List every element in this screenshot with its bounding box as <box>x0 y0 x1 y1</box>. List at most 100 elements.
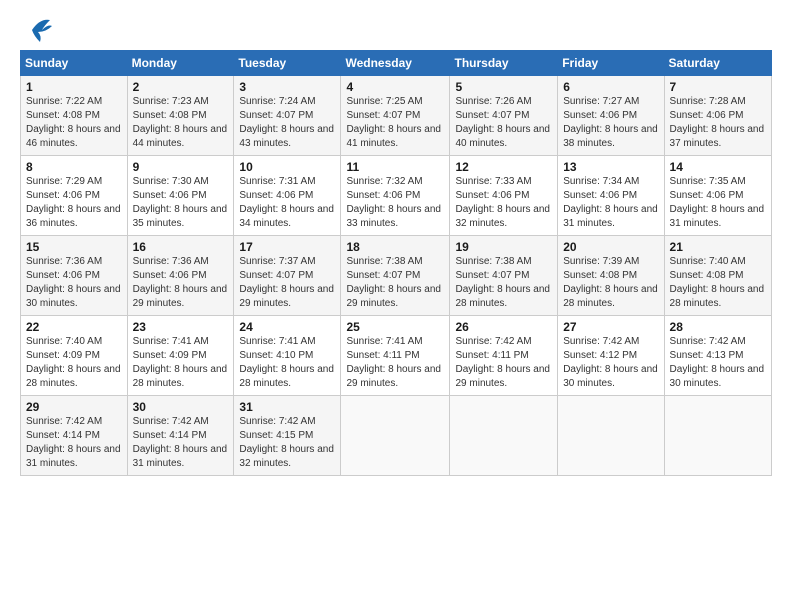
day-number: 23 <box>133 320 229 334</box>
day-detail: Sunrise: 7:25 AM Sunset: 4:07 PM Dayligh… <box>346 95 444 151</box>
day-number: 13 <box>563 160 658 174</box>
day-number: 8 <box>26 160 122 174</box>
day-header-tuesday: Tuesday <box>234 51 341 76</box>
calendar-week-row: 1 Sunrise: 7:22 AM Sunset: 4:08 PM Dayli… <box>21 76 772 156</box>
logo-bird-icon <box>22 16 52 42</box>
day-number: 27 <box>563 320 658 334</box>
day-detail: Sunrise: 7:40 AM Sunset: 4:09 PM Dayligh… <box>26 335 122 391</box>
day-detail: Sunrise: 7:40 AM Sunset: 4:08 PM Dayligh… <box>670 255 766 311</box>
day-detail: Sunrise: 7:42 AM Sunset: 4:15 PM Dayligh… <box>239 415 335 471</box>
day-detail: Sunrise: 7:31 AM Sunset: 4:06 PM Dayligh… <box>239 175 335 231</box>
calendar-cell: 9 Sunrise: 7:30 AM Sunset: 4:06 PM Dayli… <box>127 156 234 236</box>
day-detail: Sunrise: 7:37 AM Sunset: 4:07 PM Dayligh… <box>239 255 335 311</box>
day-detail: Sunrise: 7:22 AM Sunset: 4:08 PM Dayligh… <box>26 95 122 151</box>
day-detail: Sunrise: 7:41 AM Sunset: 4:11 PM Dayligh… <box>346 335 444 391</box>
day-detail: Sunrise: 7:42 AM Sunset: 4:14 PM Dayligh… <box>133 415 229 471</box>
day-number: 16 <box>133 240 229 254</box>
day-header-thursday: Thursday <box>450 51 558 76</box>
day-header-monday: Monday <box>127 51 234 76</box>
day-number: 24 <box>239 320 335 334</box>
calendar-cell: 3 Sunrise: 7:24 AM Sunset: 4:07 PM Dayli… <box>234 76 341 156</box>
day-number: 12 <box>455 160 552 174</box>
day-detail: Sunrise: 7:41 AM Sunset: 4:10 PM Dayligh… <box>239 335 335 391</box>
day-number: 15 <box>26 240 122 254</box>
day-detail: Sunrise: 7:26 AM Sunset: 4:07 PM Dayligh… <box>455 95 552 151</box>
calendar-cell <box>664 396 771 476</box>
day-detail: Sunrise: 7:38 AM Sunset: 4:07 PM Dayligh… <box>455 255 552 311</box>
day-number: 26 <box>455 320 552 334</box>
day-number: 30 <box>133 400 229 414</box>
calendar-cell: 1 Sunrise: 7:22 AM Sunset: 4:08 PM Dayli… <box>21 76 128 156</box>
day-number: 14 <box>670 160 766 174</box>
day-detail: Sunrise: 7:42 AM Sunset: 4:11 PM Dayligh… <box>455 335 552 391</box>
calendar-header-row: SundayMondayTuesdayWednesdayThursdayFrid… <box>21 51 772 76</box>
day-detail: Sunrise: 7:42 AM Sunset: 4:13 PM Dayligh… <box>670 335 766 391</box>
calendar-cell: 27 Sunrise: 7:42 AM Sunset: 4:12 PM Dayl… <box>558 316 664 396</box>
day-number: 19 <box>455 240 552 254</box>
day-detail: Sunrise: 7:39 AM Sunset: 4:08 PM Dayligh… <box>563 255 658 311</box>
day-number: 31 <box>239 400 335 414</box>
calendar-cell: 8 Sunrise: 7:29 AM Sunset: 4:06 PM Dayli… <box>21 156 128 236</box>
calendar-cell: 7 Sunrise: 7:28 AM Sunset: 4:06 PM Dayli… <box>664 76 771 156</box>
calendar-cell: 17 Sunrise: 7:37 AM Sunset: 4:07 PM Dayl… <box>234 236 341 316</box>
calendar-cell: 10 Sunrise: 7:31 AM Sunset: 4:06 PM Dayl… <box>234 156 341 236</box>
calendar-cell: 23 Sunrise: 7:41 AM Sunset: 4:09 PM Dayl… <box>127 316 234 396</box>
day-detail: Sunrise: 7:27 AM Sunset: 4:06 PM Dayligh… <box>563 95 658 151</box>
calendar-cell: 4 Sunrise: 7:25 AM Sunset: 4:07 PM Dayli… <box>341 76 450 156</box>
calendar-cell: 26 Sunrise: 7:42 AM Sunset: 4:11 PM Dayl… <box>450 316 558 396</box>
calendar-cell: 24 Sunrise: 7:41 AM Sunset: 4:10 PM Dayl… <box>234 316 341 396</box>
day-header-friday: Friday <box>558 51 664 76</box>
day-number: 6 <box>563 80 658 94</box>
day-number: 17 <box>239 240 335 254</box>
calendar-cell: 19 Sunrise: 7:38 AM Sunset: 4:07 PM Dayl… <box>450 236 558 316</box>
day-detail: Sunrise: 7:38 AM Sunset: 4:07 PM Dayligh… <box>346 255 444 311</box>
day-detail: Sunrise: 7:28 AM Sunset: 4:06 PM Dayligh… <box>670 95 766 151</box>
calendar-week-row: 15 Sunrise: 7:36 AM Sunset: 4:06 PM Dayl… <box>21 236 772 316</box>
calendar-cell: 29 Sunrise: 7:42 AM Sunset: 4:14 PM Dayl… <box>21 396 128 476</box>
day-number: 9 <box>133 160 229 174</box>
page: { "header": { "logo_line1": "General", "… <box>0 0 792 612</box>
day-detail: Sunrise: 7:24 AM Sunset: 4:07 PM Dayligh… <box>239 95 335 151</box>
calendar-cell <box>450 396 558 476</box>
calendar-cell: 6 Sunrise: 7:27 AM Sunset: 4:06 PM Dayli… <box>558 76 664 156</box>
day-number: 22 <box>26 320 122 334</box>
calendar-cell: 2 Sunrise: 7:23 AM Sunset: 4:08 PM Dayli… <box>127 76 234 156</box>
day-number: 28 <box>670 320 766 334</box>
calendar-cell: 13 Sunrise: 7:34 AM Sunset: 4:06 PM Dayl… <box>558 156 664 236</box>
day-number: 7 <box>670 80 766 94</box>
day-header-sunday: Sunday <box>21 51 128 76</box>
day-detail: Sunrise: 7:41 AM Sunset: 4:09 PM Dayligh… <box>133 335 229 391</box>
day-number: 29 <box>26 400 122 414</box>
day-number: 5 <box>455 80 552 94</box>
calendar-week-row: 29 Sunrise: 7:42 AM Sunset: 4:14 PM Dayl… <box>21 396 772 476</box>
calendar-cell: 18 Sunrise: 7:38 AM Sunset: 4:07 PM Dayl… <box>341 236 450 316</box>
calendar-week-row: 8 Sunrise: 7:29 AM Sunset: 4:06 PM Dayli… <box>21 156 772 236</box>
calendar-table: SundayMondayTuesdayWednesdayThursdayFrid… <box>20 50 772 476</box>
day-detail: Sunrise: 7:42 AM Sunset: 4:14 PM Dayligh… <box>26 415 122 471</box>
calendar-week-row: 22 Sunrise: 7:40 AM Sunset: 4:09 PM Dayl… <box>21 316 772 396</box>
day-header-wednesday: Wednesday <box>341 51 450 76</box>
day-detail: Sunrise: 7:32 AM Sunset: 4:06 PM Dayligh… <box>346 175 444 231</box>
calendar-cell: 25 Sunrise: 7:41 AM Sunset: 4:11 PM Dayl… <box>341 316 450 396</box>
day-detail: Sunrise: 7:29 AM Sunset: 4:06 PM Dayligh… <box>26 175 122 231</box>
day-number: 18 <box>346 240 444 254</box>
calendar-cell: 16 Sunrise: 7:36 AM Sunset: 4:06 PM Dayl… <box>127 236 234 316</box>
day-detail: Sunrise: 7:23 AM Sunset: 4:08 PM Dayligh… <box>133 95 229 151</box>
day-number: 25 <box>346 320 444 334</box>
day-detail: Sunrise: 7:35 AM Sunset: 4:06 PM Dayligh… <box>670 175 766 231</box>
day-detail: Sunrise: 7:36 AM Sunset: 4:06 PM Dayligh… <box>133 255 229 311</box>
header <box>20 16 772 40</box>
day-detail: Sunrise: 7:36 AM Sunset: 4:06 PM Dayligh… <box>26 255 122 311</box>
calendar-cell: 5 Sunrise: 7:26 AM Sunset: 4:07 PM Dayli… <box>450 76 558 156</box>
day-number: 4 <box>346 80 444 94</box>
day-detail: Sunrise: 7:33 AM Sunset: 4:06 PM Dayligh… <box>455 175 552 231</box>
calendar-cell: 28 Sunrise: 7:42 AM Sunset: 4:13 PM Dayl… <box>664 316 771 396</box>
calendar-cell: 12 Sunrise: 7:33 AM Sunset: 4:06 PM Dayl… <box>450 156 558 236</box>
day-number: 3 <box>239 80 335 94</box>
day-header-saturday: Saturday <box>664 51 771 76</box>
calendar-cell: 20 Sunrise: 7:39 AM Sunset: 4:08 PM Dayl… <box>558 236 664 316</box>
calendar-cell <box>341 396 450 476</box>
calendar-cell: 11 Sunrise: 7:32 AM Sunset: 4:06 PM Dayl… <box>341 156 450 236</box>
day-number: 11 <box>346 160 444 174</box>
day-number: 20 <box>563 240 658 254</box>
